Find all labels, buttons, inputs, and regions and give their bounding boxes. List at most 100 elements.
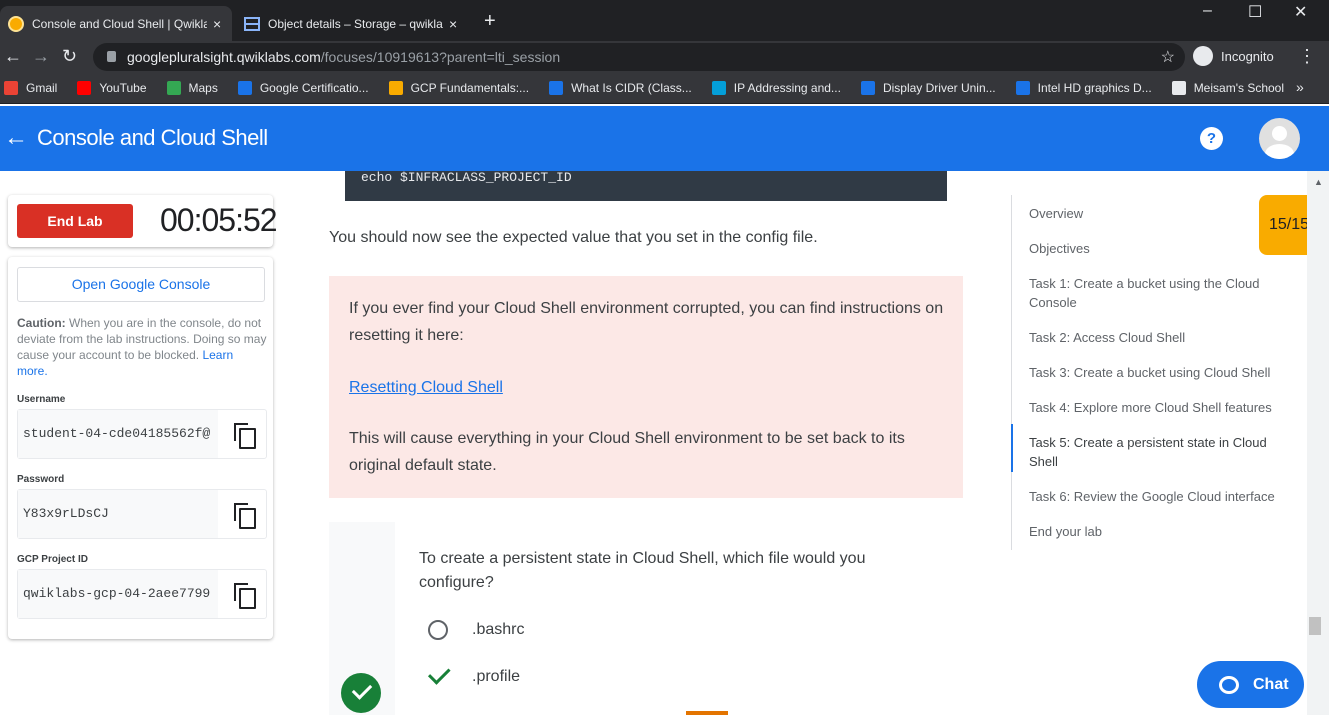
bookmark-label: Gmail: [26, 80, 58, 95]
bookmark-item[interactable]: Meisam's School: [1171, 80, 1284, 95]
tab-console-cloud-shell[interactable]: Console and Cloud Shell | Qwiklabs ×: [0, 6, 232, 41]
url-host: googlepluralsight.qwiklabs.com: [127, 49, 321, 65]
toc-item[interactable]: Objectives: [1029, 239, 1289, 258]
quiz-card: To create a persistent state in Cloud Sh…: [329, 522, 963, 715]
browser-tabstrip: Console and Cloud Shell | Qwiklabs × Obj…: [0, 0, 1329, 41]
bookmark-favicon-icon: [711, 80, 726, 95]
bookmark-label: What Is CIDR (Class...: [571, 80, 692, 95]
qwiklabs-favicon-icon: [8, 15, 24, 32]
bookmark-label: Maps: [188, 80, 218, 95]
bookmark-favicon-icon: [237, 80, 252, 95]
end-lab-button[interactable]: End Lab: [17, 204, 133, 238]
bookmark-label: IP Addressing and...: [733, 80, 841, 95]
minimize-button[interactable]: –: [1203, 2, 1212, 20]
caution-label: Caution:: [17, 316, 66, 330]
toc-item[interactable]: Task 1: Create a bucket using the Cloud …: [1029, 274, 1289, 312]
bookmark-item[interactable]: GCP Fundamentals:...: [388, 80, 530, 95]
back-arrow-icon[interactable]: ←: [4, 124, 28, 152]
chat-bubble-icon: [1219, 675, 1239, 694]
toc-item[interactable]: Task 4: Explore more Cloud Shell feature…: [1029, 398, 1289, 417]
tab-close-icon[interactable]: ×: [449, 16, 457, 32]
toc-active-indicator: [1011, 424, 1013, 472]
bookmark-item[interactable]: Intel HD graphics D...: [1015, 80, 1152, 95]
maximize-button[interactable]: ☐: [1248, 2, 1262, 22]
bookmark-label: Display Driver Unin...: [882, 80, 996, 95]
tab-title: Object details – Storage – qwiklabs: [268, 16, 443, 31]
bookmark-item[interactable]: Google Certificatio...: [237, 80, 369, 95]
bookmark-favicon-icon: [166, 80, 181, 95]
project-id-field: qwiklabs-gcp-04-2aee7799: [17, 569, 267, 619]
back-button[interactable]: ←: [4, 46, 22, 67]
username-field: student-04-cde04185562f@: [17, 409, 267, 459]
bookmark-item[interactable]: Gmail: [4, 80, 58, 95]
resetting-cloud-shell-link[interactable]: Resetting Cloud Shell: [349, 374, 503, 401]
toc-item[interactable]: Task 5: Create a persistent state in Clo…: [1029, 433, 1289, 471]
address-bar-row: ← → ↻ googlepluralsight.qwiklabs.com/foc…: [0, 41, 1329, 72]
project-id-value[interactable]: qwiklabs-gcp-04-2aee7799: [18, 570, 218, 618]
open-google-console-button[interactable]: Open Google Console: [17, 267, 265, 302]
scroll-up-icon[interactable]: ▲: [1314, 177, 1323, 187]
bookmark-favicon-icon: [1171, 80, 1186, 95]
browser-menu-button[interactable]: ⋮: [1298, 46, 1316, 67]
bookmark-label: Intel HD graphics D...: [1037, 80, 1152, 95]
bookmark-item[interactable]: Display Driver Unin...: [860, 80, 996, 95]
bookmark-star-icon[interactable]: ☆: [1161, 47, 1175, 67]
url-input[interactable]: googlepluralsight.qwiklabs.com/focuses/1…: [93, 43, 1185, 71]
username-label: Username: [17, 394, 66, 405]
close-window-button[interactable]: ✕: [1294, 2, 1307, 22]
toc-item[interactable]: Overview: [1029, 204, 1289, 223]
bookmarks-bar: Gmail YouTube Maps Google Certificatio... GC…: [0, 72, 1329, 104]
toc-item[interactable]: Task 2: Access Cloud Shell: [1029, 328, 1289, 347]
credentials-card: Open Google Console Caution: When you ar…: [8, 257, 273, 639]
bottom-indicator: [686, 711, 728, 715]
toc-item[interactable]: Task 6: Review the Google Cloud interfac…: [1029, 487, 1289, 506]
bookmark-label: GCP Fundamentals:...: [410, 80, 530, 95]
bookmarks-overflow-icon[interactable]: »: [1296, 79, 1304, 95]
scrollbar[interactable]: ▲: [1307, 171, 1329, 715]
reload-button[interactable]: ↻: [62, 46, 77, 67]
url-path: /focuses/10919613?parent=lti_session: [320, 49, 561, 65]
lock-icon: [107, 51, 116, 62]
bookmark-favicon-icon: [549, 80, 564, 95]
tab-title: Console and Cloud Shell | Qwiklabs: [32, 16, 207, 31]
username-value[interactable]: student-04-cde04185562f@: [18, 410, 218, 458]
new-tab-button[interactable]: +: [484, 10, 496, 33]
lab-timer: 00:05:52: [160, 202, 278, 238]
chat-button[interactable]: Chat: [1197, 661, 1304, 708]
bookmark-favicon-icon: [388, 80, 403, 95]
toc-item[interactable]: End your lab: [1029, 522, 1289, 541]
note-text: If you ever find your Cloud Shell enviro…: [349, 300, 944, 344]
incognito-indicator[interactable]: Incognito: [1193, 46, 1274, 66]
bookmark-favicon-icon: [4, 80, 18, 95]
radio-icon[interactable]: [428, 620, 448, 640]
bookmark-item[interactable]: YouTube: [77, 80, 147, 95]
quiz-option-bashrc[interactable]: .bashrc: [419, 620, 524, 640]
tab-object-details[interactable]: Object details – Storage – qwiklabs ×: [236, 6, 468, 41]
storage-favicon-icon: [244, 16, 260, 31]
password-value[interactable]: Y83x9rLDsCJ: [18, 490, 218, 538]
avatar[interactable]: [1259, 118, 1300, 159]
password-field: Y83x9rLDsCJ: [17, 489, 267, 539]
help-icon[interactable]: ?: [1200, 127, 1223, 150]
bookmark-item[interactable]: What Is CIDR (Class...: [549, 80, 692, 95]
tab-close-icon[interactable]: ×: [213, 16, 221, 32]
warning-note: If you ever find your Cloud Shell enviro…: [329, 276, 963, 498]
quiz-body: To create a persistent state in Cloud Sh…: [395, 522, 963, 715]
expected-value-text: You should now see the expected value th…: [329, 229, 818, 246]
bookmark-favicon-icon: [860, 80, 875, 95]
incognito-label: Incognito: [1221, 48, 1274, 64]
table-of-contents: Overview Objectives Task 1: Create a bucke…: [1011, 195, 1301, 550]
copy-project-id-icon[interactable]: [234, 583, 256, 609]
scrollbar-thumb[interactable]: [1309, 617, 1321, 635]
quiz-option-profile[interactable]: .profile: [419, 662, 521, 686]
forward-button[interactable]: →: [32, 46, 50, 67]
page-title: Console and Cloud Shell: [37, 125, 268, 150]
bookmark-item[interactable]: IP Addressing and...: [711, 80, 841, 95]
chat-label: Chat: [1253, 675, 1289, 693]
quiz-question: To create a persistent state in Cloud Sh…: [419, 550, 866, 591]
bookmark-item[interactable]: Maps: [166, 80, 218, 95]
toc-item[interactable]: Task 3: Create a bucket using Cloud Shel…: [1029, 363, 1289, 382]
copy-username-icon[interactable]: [234, 423, 256, 449]
option-label: .profile: [472, 668, 521, 685]
copy-password-icon[interactable]: [234, 503, 256, 529]
